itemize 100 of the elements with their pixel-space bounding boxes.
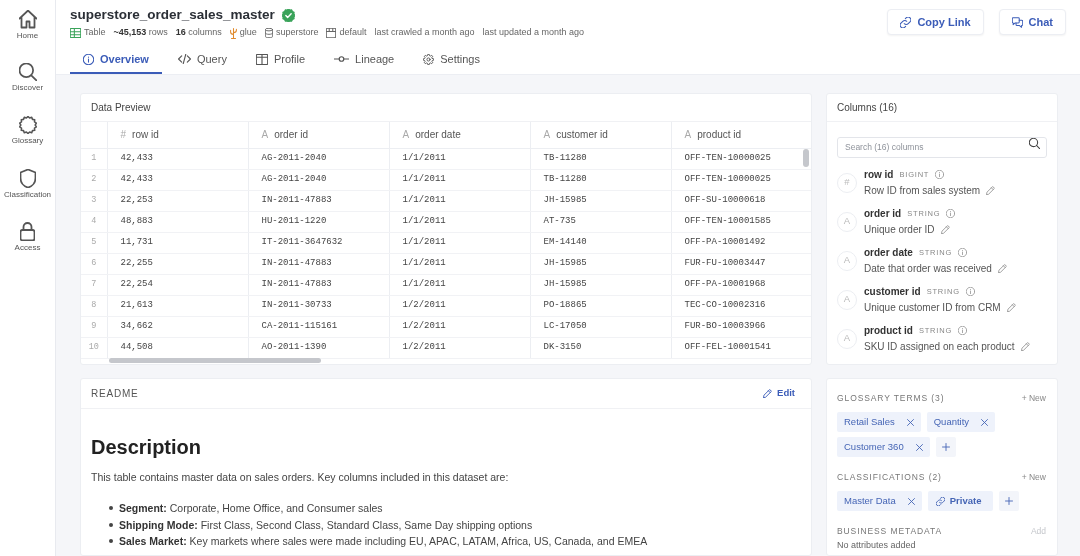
horizontal-scroll-thumb[interactable] <box>109 358 321 363</box>
search-icon[interactable] <box>1029 138 1040 149</box>
section-title: README <box>91 387 139 401</box>
row-number: 7 <box>81 274 107 295</box>
bullet-icon <box>109 522 113 527</box>
table-cell: OFF-FEL-10001541 <box>671 337 811 358</box>
table-cell: TB-11280 <box>530 169 671 190</box>
table-cell: 1/1/2011 <box>389 253 530 274</box>
table-icon <box>70 28 81 38</box>
edit-link[interactable]: Edit <box>763 386 795 401</box>
column-header[interactable]: customer id <box>556 129 608 141</box>
bullet-icon <box>109 539 113 544</box>
table-cell: AT-735 <box>530 211 671 232</box>
readme-heading: Description <box>91 435 203 460</box>
sidebar-item[interactable]: Classification <box>0 165 55 218</box>
term-tag[interactable]: Master Data <box>837 491 922 511</box>
row-number: 5 <box>81 232 107 253</box>
column-name: product id <box>864 323 913 338</box>
table-cell: FUR-BO-10003966 <box>671 316 811 337</box>
table-cell: TEC-CO-10002316 <box>671 295 811 316</box>
row-number: 6 <box>81 253 107 274</box>
tab[interactable]: Settings <box>410 46 493 74</box>
bullet-icon <box>109 506 113 511</box>
pencil-icon[interactable] <box>940 225 950 234</box>
columns-icon <box>255 53 268 65</box>
table-cell: IT-2011-3647632 <box>248 232 389 253</box>
card-title: Columns (16) <box>827 94 1057 122</box>
table-cell: LC-17050 <box>530 316 671 337</box>
timestamp-text: last crawled a month ago <box>374 26 475 40</box>
table-cell: 1/1/2011 <box>389 232 530 253</box>
classification-link[interactable]: Private <box>927 491 994 511</box>
close-icon[interactable] <box>915 443 923 451</box>
pencil-icon[interactable] <box>1020 342 1030 351</box>
close-icon[interactable] <box>981 418 989 426</box>
sidebar-item[interactable]: Access <box>0 218 55 271</box>
tab[interactable]: Lineage <box>321 46 408 74</box>
sidebar-item[interactable]: Discover <box>0 59 55 112</box>
timestamp-text: last updated a month ago <box>482 26 585 40</box>
info-icon[interactable] <box>958 248 968 257</box>
table-cell: 21,613 <box>107 295 248 316</box>
table-cell: 48,883 <box>107 211 248 232</box>
info-icon[interactable] <box>965 287 975 296</box>
pencil-icon[interactable] <box>1006 303 1016 312</box>
info-icon[interactable] <box>946 209 956 218</box>
schema-name: default <box>339 26 367 40</box>
table-cell: 1/1/2011 <box>389 274 530 295</box>
tab[interactable]: Profile <box>242 46 319 74</box>
add-link[interactable]: + New <box>1021 391 1046 405</box>
type-glyph: A <box>684 129 692 141</box>
info-icon <box>83 53 94 65</box>
plus-icon <box>1005 497 1014 505</box>
type-glyph: # <box>120 129 127 141</box>
row-number: 2 <box>81 169 107 190</box>
column-header[interactable]: order id <box>274 129 309 141</box>
code-icon <box>177 54 191 64</box>
copy-link-button[interactable]: Copy Link <box>887 9 984 35</box>
add-button[interactable] <box>999 491 1020 511</box>
column-header[interactable]: product id <box>697 129 742 141</box>
lineage-icon <box>334 56 350 62</box>
settings-icon <box>423 53 435 65</box>
column-header[interactable]: order date <box>415 129 461 141</box>
tab[interactable]: Query <box>164 46 240 74</box>
table-cell: 1/1/2011 <box>389 148 530 169</box>
chat-button[interactable]: Chat <box>998 9 1066 35</box>
bullet-text: Sales Market: Key markets where sales were made including EU, APAC, LATAM, Africa, US, Canada, and EMEA <box>119 534 648 549</box>
sidebar-item[interactable]: Glossary <box>0 112 55 165</box>
column-description: Unique order ID <box>864 222 935 237</box>
vertical-scroll-thumb[interactable] <box>803 149 809 167</box>
info-icon[interactable] <box>935 170 945 179</box>
term-tag[interactable]: Quantity <box>926 412 996 432</box>
add-button[interactable] <box>935 437 956 457</box>
database-icon <box>264 28 273 38</box>
count-text: 16 columns <box>175 26 222 40</box>
row-number: 4 <box>81 211 107 232</box>
search-field[interactable]: Search (16) columns <box>837 136 1047 158</box>
term-tag[interactable]: Retail Sales <box>837 412 921 432</box>
add-link[interactable]: + New <box>1021 470 1046 484</box>
info-icon[interactable] <box>958 326 968 335</box>
bullet-text: Segment: Corporate, Home Office, and Consumer sales <box>119 501 383 516</box>
page-title: superstore_order_sales_master <box>70 6 275 24</box>
close-icon[interactable] <box>906 418 914 426</box>
count-text: ~45,153 rows <box>113 26 168 40</box>
chat-icon <box>1011 16 1023 28</box>
table-cell: IN-2011-30733 <box>248 295 389 316</box>
pencil-icon[interactable] <box>986 186 996 195</box>
table-cell: JH-15985 <box>530 253 671 274</box>
table-cell: IN-2011-47883 <box>248 274 389 295</box>
link-icon <box>900 16 912 28</box>
plus-icon <box>941 443 950 451</box>
table-cell: OFF-TEN-10000025 <box>671 169 811 190</box>
table-cell: PO-18865 <box>530 295 671 316</box>
column-name: order id <box>864 206 902 221</box>
close-icon[interactable] <box>907 497 915 505</box>
table-cell: DK-3150 <box>530 337 671 358</box>
column-header[interactable]: row id <box>132 129 159 141</box>
table-cell: 42,433 <box>107 148 248 169</box>
sidebar-item[interactable]: Home <box>0 6 55 59</box>
term-tag[interactable]: Customer 360 <box>837 437 930 457</box>
table-cell: AG-2011-2040 <box>248 169 389 190</box>
pencil-icon[interactable] <box>997 264 1007 273</box>
